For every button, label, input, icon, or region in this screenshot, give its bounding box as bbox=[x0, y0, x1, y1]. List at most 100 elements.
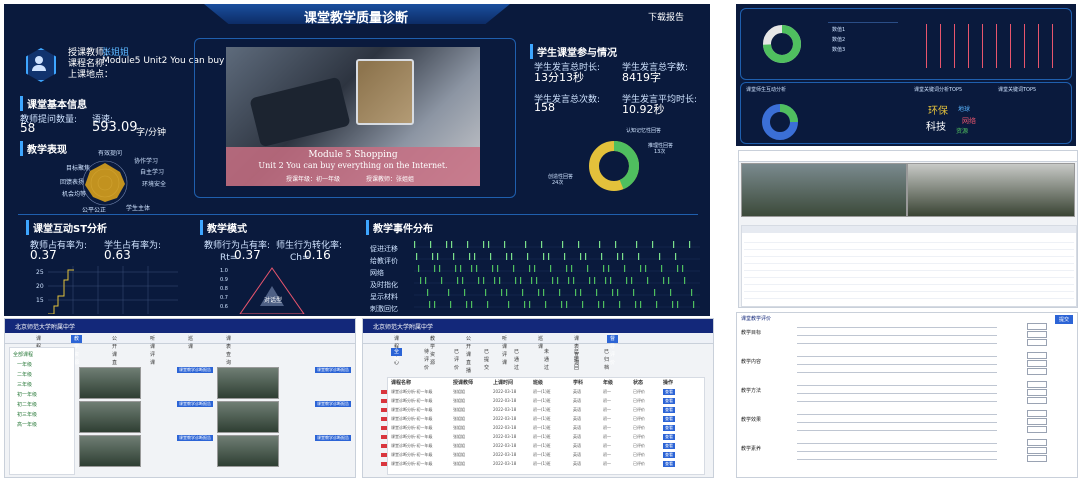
tree-item-3[interactable]: 三年级 bbox=[17, 381, 32, 388]
table-row-cell: 初一 bbox=[603, 443, 611, 448]
filter-tab-7[interactable]: 已归档 bbox=[601, 348, 612, 371]
event-mark bbox=[434, 301, 436, 308]
table-row-cell[interactable]: 查看 bbox=[663, 425, 675, 431]
course-thumbnail-tag[interactable]: 课堂教学诊断报告 bbox=[315, 401, 351, 407]
rating-select[interactable] bbox=[1027, 447, 1047, 454]
tree-item-4[interactable]: 初一年级 bbox=[17, 391, 37, 398]
eval-criterion-line bbox=[797, 422, 997, 423]
table-row-cell[interactable]: 查看 bbox=[663, 398, 675, 404]
course-thumbnail-tag[interactable]: 课堂教学诊断报告 bbox=[315, 367, 351, 373]
classroom-video-right[interactable] bbox=[907, 163, 1075, 217]
table-row-cell: 初一(1)班 bbox=[533, 425, 551, 430]
course-thumbnail[interactable] bbox=[79, 401, 141, 433]
course-tab-1[interactable]: 教学资源 bbox=[71, 335, 83, 366]
section-divider bbox=[18, 214, 698, 215]
tree-item-1[interactable]: 一年级 bbox=[17, 361, 32, 368]
table-row-cell: 初一 bbox=[603, 425, 611, 430]
table-row-cell[interactable]: 查看 bbox=[663, 407, 675, 413]
filter-tab-3[interactable]: 已提交 bbox=[481, 348, 492, 371]
rating-select[interactable] bbox=[1027, 368, 1047, 375]
rating-select[interactable] bbox=[1027, 426, 1047, 433]
table-row-cell[interactable]: 查看 bbox=[663, 389, 675, 395]
filter-tab-0[interactable]: 全部 bbox=[391, 348, 403, 363]
course-thumbnail[interactable] bbox=[217, 435, 279, 467]
filter-tab-5[interactable]: 未通过 bbox=[541, 348, 552, 371]
course-thumbnail-tag[interactable]: 课堂教学诊断报告 bbox=[177, 401, 213, 407]
course-tab-4[interactable]: 巡课 bbox=[185, 335, 196, 350]
eval-criterion-line bbox=[797, 364, 997, 365]
rating-select[interactable] bbox=[1027, 455, 1047, 462]
tree-item-6[interactable]: 初三年级 bbox=[17, 411, 37, 418]
row-flag-icon bbox=[381, 462, 387, 466]
course-thumbnail-tag[interactable]: 课堂教学诊断报告 bbox=[177, 435, 213, 441]
rating-select[interactable] bbox=[1027, 418, 1047, 425]
list-tab-2[interactable]: 公开课直播 bbox=[463, 335, 474, 374]
event-mark bbox=[624, 265, 626, 272]
table-header-3: 班级 bbox=[533, 380, 544, 386]
course-thumbnail[interactable] bbox=[79, 435, 141, 467]
stat-row-0: 数值1 bbox=[832, 27, 846, 33]
filter-tab-1[interactable]: 待评价 bbox=[421, 348, 432, 371]
rating-select[interactable] bbox=[1027, 352, 1047, 359]
mode-y-tick-0: 1.0 bbox=[220, 268, 228, 274]
rating-select[interactable] bbox=[1027, 339, 1047, 346]
event-mark bbox=[580, 289, 582, 296]
event-mark bbox=[441, 277, 443, 284]
rating-select[interactable] bbox=[1027, 323, 1047, 330]
list-tab-4[interactable]: 巡课 bbox=[535, 335, 546, 350]
course-thumbnail[interactable] bbox=[79, 367, 141, 399]
event-row-label-0: 促进迁移 bbox=[370, 245, 398, 253]
course-thumbnail[interactable] bbox=[217, 401, 279, 433]
course-tab-3[interactable]: 听课评课 bbox=[147, 335, 158, 366]
course-thumbnail-tag[interactable]: 课堂教学诊断报告 bbox=[177, 367, 213, 373]
filter-tab-6[interactable]: 已撤回 bbox=[571, 348, 582, 371]
event-mark bbox=[652, 241, 654, 248]
table-row-cell[interactable]: 查看 bbox=[663, 443, 675, 449]
course-thumbnail-tag[interactable]: 课堂教学诊断报告 bbox=[315, 435, 351, 441]
classroom-video-left[interactable] bbox=[741, 163, 907, 217]
rating-select[interactable] bbox=[1027, 439, 1047, 446]
tree-item-7[interactable]: 高一年级 bbox=[17, 421, 37, 428]
table-row-cell: 已评价 bbox=[633, 389, 645, 394]
filter-tab-2[interactable]: 已评价 bbox=[451, 348, 462, 371]
list-tab-3[interactable]: 听课评课 bbox=[499, 335, 510, 366]
list-tab-6[interactable]: 督导评价 bbox=[607, 335, 619, 366]
course-tab-2[interactable]: 公开课直播 bbox=[109, 335, 120, 374]
submit-button[interactable]: 提交 bbox=[1054, 315, 1073, 324]
tree-item-0[interactable]: 全部课程 bbox=[13, 351, 33, 358]
table-row-cell[interactable]: 查看 bbox=[663, 434, 675, 440]
tree-item-2[interactable]: 二年级 bbox=[17, 371, 32, 378]
eval-section-0: 教学目标 bbox=[741, 330, 762, 336]
rating-select[interactable] bbox=[1027, 397, 1047, 404]
table-row-cell: 初一 bbox=[603, 461, 611, 466]
rating-select[interactable] bbox=[1027, 381, 1047, 388]
event-mark bbox=[462, 277, 464, 284]
rating-select[interactable] bbox=[1027, 360, 1047, 367]
tree-item-5[interactable]: 初二年级 bbox=[17, 401, 37, 408]
class-video[interactable]: Module 5 Shopping Unit 2 You can buy eve… bbox=[226, 47, 480, 186]
event-mark bbox=[603, 301, 605, 308]
rating-select[interactable] bbox=[1027, 331, 1047, 338]
event-distribution-chart bbox=[414, 241, 700, 308]
table-row-cell[interactable]: 查看 bbox=[663, 461, 675, 467]
list-tab-5[interactable]: 课表查询 bbox=[571, 335, 582, 366]
performance-radar-chart: 有效提问协作学习自主学习环境安全学生主体 公平公正 机会均等 回馈表扬 目标聚焦 bbox=[60, 150, 166, 214]
course-thumbnail[interactable] bbox=[217, 367, 279, 399]
rating-select[interactable] bbox=[1027, 389, 1047, 396]
list-tab-0[interactable]: 课程中心 bbox=[391, 335, 402, 366]
event-mark bbox=[464, 289, 466, 296]
download-report-button[interactable]: 下载报告 bbox=[648, 10, 684, 23]
list-tab-1[interactable]: 教学资源 bbox=[427, 335, 438, 366]
table-row-cell[interactable]: 查看 bbox=[663, 452, 675, 458]
speed-unit: 字/分钟 bbox=[136, 128, 167, 138]
table-row-cell[interactable]: 查看 bbox=[663, 416, 675, 422]
course-tab-0[interactable]: 课程中心 bbox=[33, 335, 44, 366]
filter-tab-4[interactable]: 已通过 bbox=[511, 348, 522, 371]
event-mark bbox=[416, 253, 418, 260]
rating-select[interactable] bbox=[1027, 410, 1047, 417]
event-mark bbox=[513, 265, 515, 272]
event-mark bbox=[673, 241, 675, 248]
eval-criterion-line bbox=[797, 414, 997, 415]
event-mark bbox=[485, 289, 487, 296]
course-tab-5[interactable]: 课表查询 bbox=[223, 335, 234, 366]
